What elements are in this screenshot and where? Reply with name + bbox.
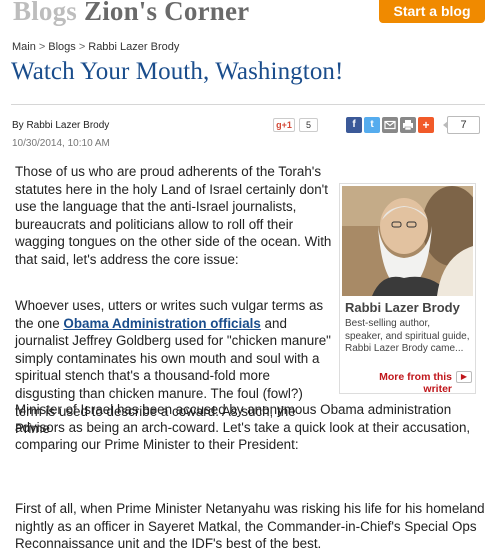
print-icon[interactable] — [400, 117, 416, 133]
arrow-right-icon[interactable]: ▶ — [456, 371, 472, 383]
facebook-icon[interactable]: f — [346, 117, 362, 133]
breadcrumb-separator: > — [78, 41, 86, 53]
breadcrumb-separator: > — [38, 41, 46, 53]
article-date: 10/30/2014, 10:10 AM — [12, 138, 110, 149]
breadcrumb-blogs[interactable]: Blogs — [48, 41, 76, 53]
author-name[interactable]: Rabbi Lazer Brody — [345, 300, 460, 315]
author-photo[interactable] — [342, 186, 473, 296]
breadcrumb: Main > Blogs > Rabbi Lazer Brody — [12, 41, 179, 53]
google-plus-button[interactable]: g+1 — [273, 118, 295, 132]
obama-administration-officials-link[interactable]: Obama Administration officials — [63, 316, 260, 331]
brand-blogs-text: Blogs — [13, 0, 78, 26]
plus-icon[interactable]: + — [418, 117, 434, 133]
article-paragraph: Those of us who are proud adherents of t… — [15, 164, 332, 267]
blogs-brand[interactable]: Blogs Zion's Corner — [13, 0, 249, 27]
share-count: 7 — [443, 116, 480, 134]
twitter-icon[interactable]: t — [364, 117, 380, 133]
article-paragraph: Minister of Israel has been accused by a… — [15, 402, 471, 453]
article-title: Watch Your Mouth, Washington! — [11, 58, 344, 85]
article-paragraph: First of all, when Prime Minister Netany… — [15, 501, 485, 548]
breadcrumb-author[interactable]: Rabbi Lazer Brody — [88, 41, 179, 53]
top-bar: Blogs Zion's Corner Start a blog — [0, 0, 495, 30]
article-byline[interactable]: By Rabbi Lazer Brody — [12, 120, 109, 131]
brand-blog-name: Zion's Corner — [83, 0, 250, 26]
breadcrumb-main[interactable]: Main — [12, 41, 36, 53]
start-a-blog-button[interactable]: Start a blog — [379, 0, 485, 23]
author-box: Rabbi Lazer Brody Best-selling author, s… — [339, 183, 476, 395]
divider — [11, 104, 485, 105]
print-glyph — [403, 120, 413, 131]
email-icon[interactable] — [382, 117, 398, 133]
google-plus-count: 5 — [299, 118, 318, 132]
author-portrait — [342, 186, 473, 296]
email-glyph — [384, 120, 396, 130]
more-from-writer-link[interactable]: More from this writer — [363, 371, 452, 395]
author-bio: Best-selling author, speaker, and spirit… — [345, 318, 470, 354]
